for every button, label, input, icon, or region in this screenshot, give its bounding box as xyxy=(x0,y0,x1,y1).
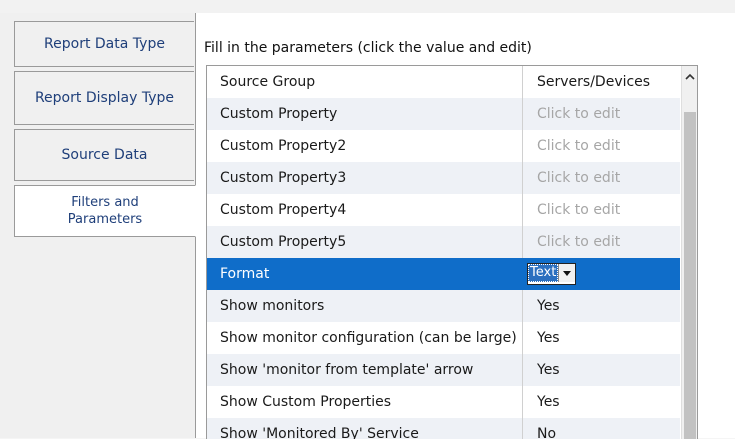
parameter-row[interactable]: Custom Property4 Click to edit xyxy=(207,194,680,226)
parameter-row[interactable]: Custom Property3 Click to edit xyxy=(207,162,680,194)
parameter-name: Custom Property xyxy=(207,98,523,130)
parameter-row[interactable]: Custom Property Click to edit xyxy=(207,98,680,130)
format-select[interactable]: Text xyxy=(527,263,577,285)
parameters-grid: Source Group Servers/Devices Custom Proper… xyxy=(206,65,698,439)
parameter-row[interactable]: Format Text xyxy=(207,258,680,290)
parameter-name: Show monitor configuration (can be large… xyxy=(207,322,523,354)
parameter-row[interactable]: Custom Property5 Click to edit xyxy=(207,226,680,258)
parameter-value[interactable]: Servers/Devices xyxy=(524,66,680,98)
tab-column: Report Data Type Report Display Type Sou… xyxy=(0,13,196,438)
parameter-name: Show 'Monitored By' Service xyxy=(207,418,523,439)
parameter-value[interactable]: Click to edit xyxy=(524,226,680,258)
tab-label: Report Data Type xyxy=(44,35,165,52)
parameter-row[interactable]: Custom Property2 Click to edit xyxy=(207,130,680,162)
triangle-down-icon[interactable] xyxy=(558,264,576,282)
parameter-name: Custom Property3 xyxy=(207,162,523,194)
vertical-scrollbar[interactable] xyxy=(681,66,697,439)
parameter-name: Source Group xyxy=(207,66,523,98)
parameter-name: Show Custom Properties xyxy=(207,386,523,418)
scrollbar-thumb[interactable] xyxy=(684,112,696,439)
parameter-row[interactable]: Show 'monitor from template' arrow Yes xyxy=(207,354,680,386)
tab-source-data[interactable]: Source Data xyxy=(14,129,194,181)
tab-filters-and-parameters[interactable]: Filters and Parameters xyxy=(14,185,196,237)
top-strip xyxy=(0,0,735,13)
parameter-value[interactable]: Click to edit xyxy=(524,130,680,162)
parameter-name: Custom Property5 xyxy=(207,226,523,258)
parameter-row[interactable]: Show monitor configuration (can be large… xyxy=(207,322,680,354)
parameter-value[interactable]: Click to edit xyxy=(524,98,680,130)
parameter-name: Format xyxy=(207,258,523,290)
parameter-value[interactable]: Yes xyxy=(524,354,680,386)
parameter-row[interactable]: Show Custom Properties Yes xyxy=(207,386,680,418)
tab-report-data-type[interactable]: Report Data Type xyxy=(14,21,194,67)
tab-label: Filters and Parameters xyxy=(67,195,143,227)
instructions-text: Fill in the parameters (click the value … xyxy=(204,40,532,56)
chevron-up-icon[interactable] xyxy=(682,66,697,86)
parameter-row[interactable]: Source Group Servers/Devices xyxy=(207,66,680,98)
tab-report-display-type[interactable]: Report Display Type xyxy=(14,71,194,125)
parameter-row[interactable]: Show monitors Yes xyxy=(207,290,680,322)
parameter-name: Show 'monitor from template' arrow xyxy=(207,354,523,386)
parameter-name: Custom Property2 xyxy=(207,130,523,162)
parameter-value[interactable]: Yes xyxy=(524,290,680,322)
parameter-value[interactable]: Yes xyxy=(524,322,680,354)
tab-label: Source Data xyxy=(61,146,148,163)
parameter-value[interactable]: Click to edit xyxy=(524,162,680,194)
parameter-name: Show monitors xyxy=(207,290,523,322)
parameter-row[interactable]: Show 'Monitored By' Service No xyxy=(207,418,680,439)
parameter-value[interactable]: Yes xyxy=(524,386,680,418)
parameter-name: Custom Property4 xyxy=(207,194,523,226)
parameter-value[interactable]: Click to edit xyxy=(524,194,680,226)
format-select-value: Text xyxy=(528,264,559,282)
parameter-value[interactable]: No xyxy=(524,418,680,439)
tab-label: Report Display Type xyxy=(34,89,175,106)
